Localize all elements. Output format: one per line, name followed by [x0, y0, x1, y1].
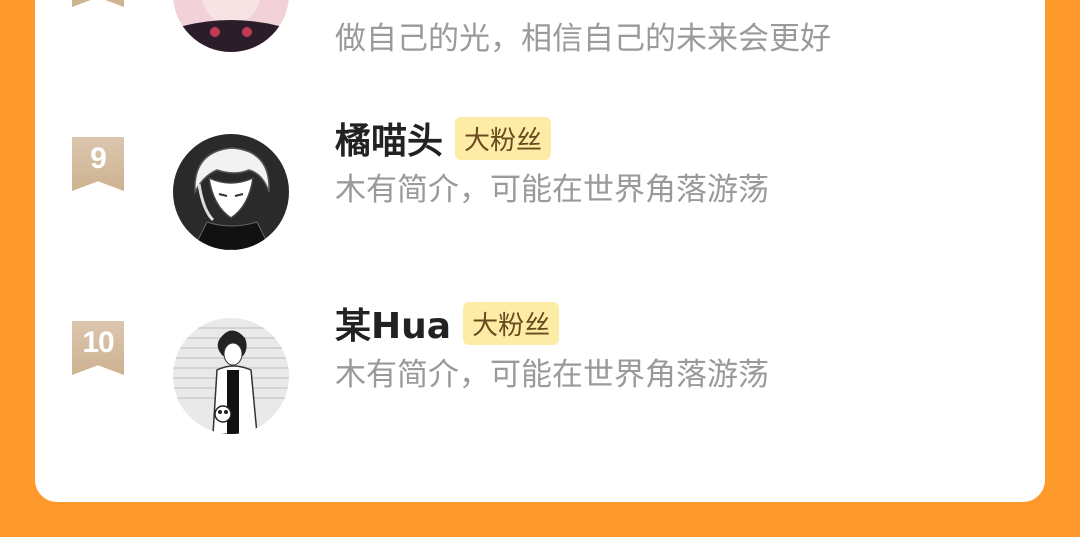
rank-number: 9	[90, 142, 107, 175]
user-bio: 木有简介，可能在世界角落游荡	[335, 172, 769, 208]
rank-number: 10	[82, 326, 114, 359]
user-bio: 做自己的光，相信自己的未来会更好	[335, 21, 831, 57]
user-name-line: 某Hua 大粉丝	[335, 297, 560, 349]
fan-ranking-card: 8 做自己的光，相信自己的未来会更好 9	[35, 0, 1045, 502]
fan-badge: 大粉丝	[463, 301, 560, 345]
fan-badge: 大粉丝	[455, 116, 552, 160]
avatar[interactable]	[173, 134, 289, 250]
user-bio: 木有简介，可能在世界角落游荡	[335, 357, 769, 393]
avatar-image	[173, 0, 289, 52]
avatar[interactable]	[173, 0, 289, 52]
avatar-image	[173, 318, 289, 434]
rank-ribbon-icon: 9	[72, 137, 124, 191]
list-item[interactable]: 10 某Hua 大粉丝 木有简介，可能在世界角落游荡	[35, 301, 1045, 450]
avatar[interactable]	[173, 318, 289, 434]
rank-ribbon-icon: 10	[72, 321, 124, 375]
list-item[interactable]: 9 橘喵头 大粉丝 木有简介，可能在世界角落游荡	[35, 116, 1045, 265]
user-name-line: 橘喵头 大粉丝	[335, 112, 552, 164]
rank-ribbon-icon: 8	[72, 0, 124, 7]
list-item[interactable]: 8 做自己的光，相信自己的未来会更好	[35, 0, 1045, 77]
avatar-image	[173, 134, 289, 250]
user-name[interactable]: 橘喵头	[335, 112, 443, 164]
user-name[interactable]: 某Hua	[335, 297, 451, 349]
